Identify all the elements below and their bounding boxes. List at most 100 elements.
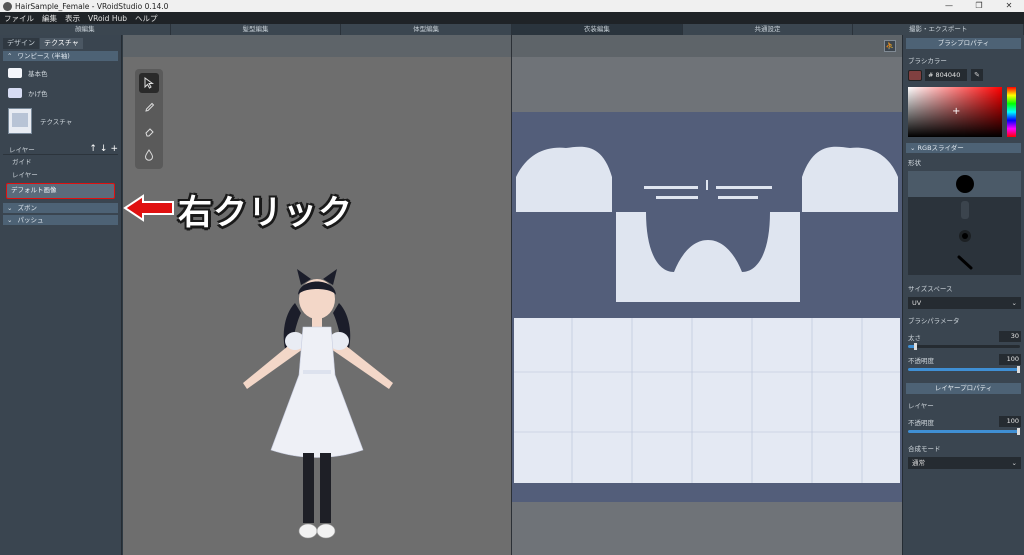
brush-shape-soft-tall[interactable] <box>908 197 1021 223</box>
tab-common-settings[interactable]: 共通設定 <box>683 24 854 35</box>
add-layer-button[interactable]: + <box>110 144 118 154</box>
layer-item-layer[interactable]: レイヤー <box>0 169 121 181</box>
tab-hair-edit[interactable]: 髪型編集 <box>171 24 342 35</box>
base-color-swatch[interactable] <box>8 68 22 78</box>
saturation-value-area[interactable]: + <box>908 87 1002 137</box>
section-shoes[interactable]: ⌄ パッシュ <box>3 215 118 225</box>
tab-outfit-edit[interactable]: 衣装編集 <box>512 24 683 35</box>
size-space-select[interactable]: UV ⌄ <box>908 297 1021 309</box>
section-shoes-label: パッシュ <box>17 216 44 224</box>
person-icon: ⛹ <box>885 42 895 50</box>
opacity-slider[interactable] <box>908 366 1020 373</box>
texture-row[interactable]: テクスチャ <box>0 105 121 137</box>
menu-edit[interactable]: 編集 <box>42 13 57 24</box>
picker-cursor-icon: + <box>952 106 961 117</box>
layer-header: レイヤー ↑ ↓ + <box>3 143 118 155</box>
3d-viewport[interactable]: 右クリック <box>123 35 511 555</box>
tab-face-edit[interactable]: 顔編集 <box>0 24 171 35</box>
layer-opacity-input[interactable]: 100 <box>999 416 1021 427</box>
rgb-slider-label: RGBスライダー <box>917 144 964 152</box>
layer-label: レイヤー <box>908 402 934 410</box>
base-color-row[interactable]: 基本色 <box>0 63 121 83</box>
eraser-icon <box>144 127 154 136</box>
hue-slider[interactable] <box>1007 87 1016 137</box>
layer-opacity-row: 不透明度 100 <box>903 416 1024 427</box>
window-title: HairSample_Female - VRoidStudio 0.14.0 <box>15 1 169 11</box>
eraser-tool-button[interactable] <box>139 121 159 141</box>
brush-shape-flat[interactable] <box>908 249 1021 275</box>
layer-opacity-slider-handle[interactable] <box>1017 428 1020 435</box>
menu-view[interactable]: 表示 <box>65 13 80 24</box>
brush-shape-airbrush[interactable] <box>908 223 1021 249</box>
brush-color-label: ブラシカラー <box>908 57 947 65</box>
thickness-slider-handle[interactable] <box>913 343 917 350</box>
round-brush-icon <box>955 175 974 193</box>
shadow-color-row[interactable]: かげ色 <box>0 83 121 103</box>
section-onepiece[interactable]: ⌃ ワンピース (半袖) <box>3 51 118 61</box>
brush-properties-header: ブラシプロパティ <box>906 38 1021 49</box>
shadow-color-swatch[interactable] <box>8 88 22 98</box>
menu-file[interactable]: ファイル <box>4 13 34 24</box>
blend-mode-value: 通常 <box>912 459 925 467</box>
layer-opacity-slider[interactable] <box>908 428 1020 435</box>
chevron-down-icon: ⌄ <box>1011 459 1017 467</box>
menu-vroid-hub[interactable]: VRoid Hub <box>88 14 127 23</box>
thickness-row: 太さ 30 <box>903 331 1024 342</box>
thickness-input[interactable]: 30 <box>999 331 1021 342</box>
layer-opacity-slider-fill <box>908 430 1020 433</box>
chevron-down-icon: ⌄ <box>910 144 918 152</box>
select-tool-button[interactable] <box>139 73 159 93</box>
section-onepiece-label: ワンピース (半袖) <box>17 52 70 60</box>
layer-buttons: ↑ ↓ + <box>86 144 118 154</box>
blend-mode-select[interactable]: 通常 ⌄ <box>908 457 1021 469</box>
pen-tool-button[interactable] <box>139 97 159 117</box>
tab-design[interactable]: デザイン <box>3 38 39 49</box>
right-panel: ブラシプロパティ ブラシカラー # 804040 ✎ + ⌄ RGBスライダー … <box>902 35 1024 555</box>
uv-view-toggle-button[interactable]: ⛹ <box>884 40 896 52</box>
opacity-row: 不透明度 100 <box>903 354 1024 365</box>
tab-body-edit[interactable]: 体型編集 <box>341 24 513 35</box>
move-layer-down-button[interactable]: ↓ <box>100 144 108 154</box>
window-titlebar: HairSample_Female - VRoidStudio 0.14.0 —… <box>0 0 1024 12</box>
thickness-label: 太さ <box>908 333 921 342</box>
uv-top-strip <box>512 35 902 57</box>
layer-header-label: レイヤー <box>9 145 35 154</box>
layer-item-guide[interactable]: ガイド <box>0 156 121 168</box>
rgb-slider-toggle[interactable]: ⌄ RGBスライダー <box>906 143 1021 153</box>
layer-item-default-image[interactable]: デフォルト画像 <box>6 183 115 199</box>
size-space-value: UV <box>912 299 922 307</box>
left-panel: デザイン テクスチャ ⌃ ワンピース (半袖) 基本色 かげ色 テクスチャ レイヤ… <box>0 35 122 555</box>
texture-label: テクスチャ <box>40 118 73 126</box>
close-button[interactable]: ✕ <box>994 0 1024 12</box>
brush-color-swatch[interactable] <box>908 69 922 81</box>
fill-tool-button[interactable] <box>139 145 159 165</box>
tab-photo-export[interactable]: 撮影・エクスポート <box>853 24 1024 35</box>
section-pants-label: ズボン <box>17 204 37 212</box>
opacity-slider-handle[interactable] <box>1017 366 1020 373</box>
maximize-button[interactable]: ❐ <box>964 0 994 12</box>
tab-texture[interactable]: テクスチャ <box>40 38 83 49</box>
move-layer-up-button[interactable]: ↑ <box>89 144 97 154</box>
texture-thumbnail[interactable] <box>8 108 32 134</box>
minimize-button[interactable]: — <box>934 0 964 12</box>
section-pants[interactable]: ⌄ ズボン <box>3 203 118 213</box>
shape-label: 形状 <box>908 159 921 167</box>
brush-hex-input[interactable]: # 804040 <box>925 69 967 81</box>
mode-tabs: 顔編集 髪型編集 体型編集 衣装編集 共通設定 撮影・エクスポート <box>0 24 1024 35</box>
size-space-label: サイズスペース <box>908 285 953 293</box>
annotation-arrow-icon <box>123 194 174 222</box>
character-model <box>243 269 393 539</box>
layer-properties-header: レイヤープロパティ <box>906 383 1021 394</box>
droplet-icon <box>144 149 154 161</box>
brush-shape-round-hard[interactable] <box>908 171 1021 197</box>
viewport-top-strip <box>123 35 511 57</box>
menu-help[interactable]: ヘルプ <box>135 13 158 24</box>
flat-brush-icon <box>957 255 972 270</box>
opacity-input[interactable]: 100 <box>999 354 1021 365</box>
brush-shape-list <box>908 171 1021 275</box>
eyedropper-button[interactable]: ✎ <box>971 69 983 81</box>
texture-uv-view[interactable]: ⛹ <box>511 35 903 555</box>
menu-bar: ファイル 編集 表示 VRoid Hub ヘルプ <box>0 12 1024 24</box>
chevron-down-icon: ⌄ <box>1011 299 1017 307</box>
thickness-slider[interactable] <box>908 343 1020 350</box>
